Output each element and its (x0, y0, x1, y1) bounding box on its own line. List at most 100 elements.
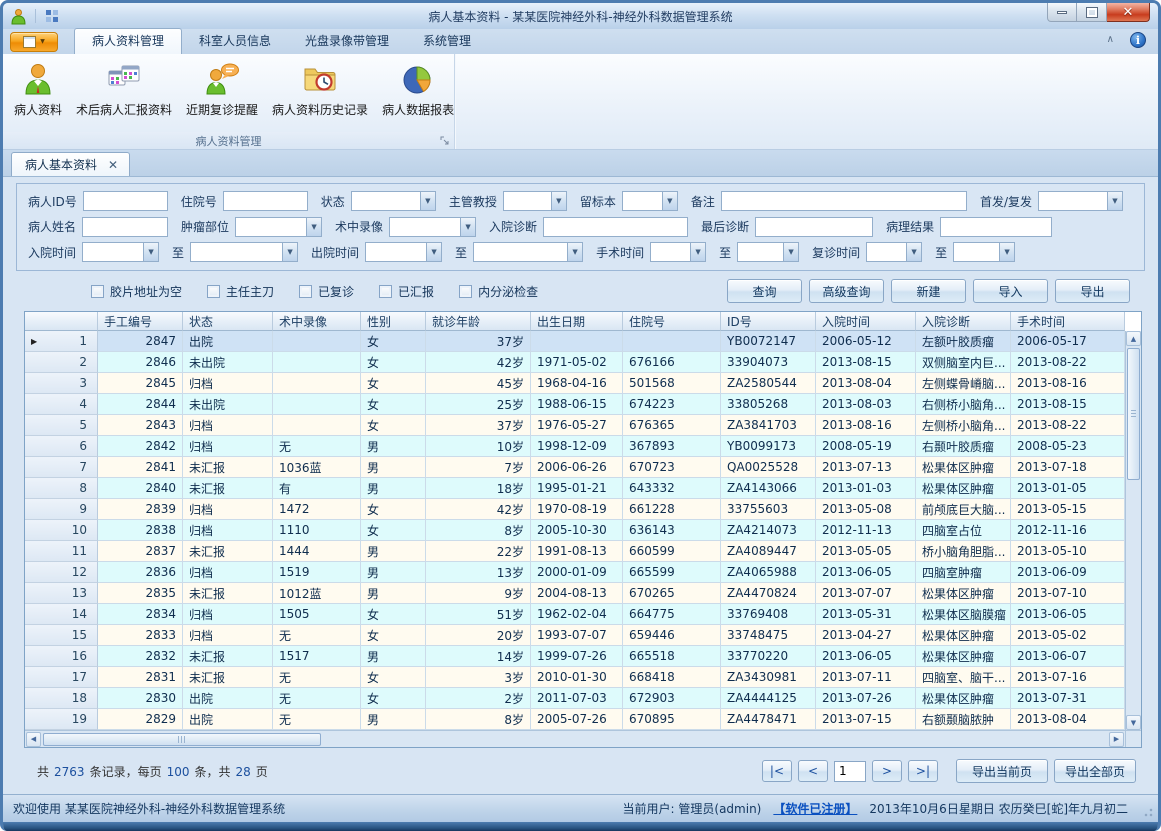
scroll-up-icon[interactable]: ▲ (1126, 331, 1141, 346)
vertical-scroll-thumb[interactable] (1127, 348, 1140, 480)
scroll-right-icon[interactable]: ▶ (1109, 732, 1124, 747)
dropdown-arrow-icon[interactable]: ▼ (690, 243, 705, 261)
ribbon-tab-disc-tape-management[interactable]: 光盘录像带管理 (288, 28, 406, 54)
row-indicator-cell[interactable]: ▶1 (25, 331, 98, 352)
table-row-6[interactable]: 62842归档无男10岁1998-12-09367893YB0099173200… (25, 436, 1141, 457)
row-indicator-cell[interactable]: 5 (25, 415, 98, 436)
dropdown-arrow-icon[interactable]: ▼ (906, 243, 921, 261)
column-header-id-no[interactable]: ID号 (721, 312, 816, 331)
table-row-5[interactable]: 52843归档女37岁1976-05-27676365ZA38417032013… (25, 415, 1141, 436)
table-row-4[interactable]: 42844未出院女25岁1988-06-15674223338052682013… (25, 394, 1141, 415)
column-header-age[interactable]: 就诊年龄 (426, 312, 531, 331)
ribbon-button-postop-report[interactable]: 术后病人汇报资料 (69, 60, 179, 120)
table-row-15[interactable]: 152833归档无女20岁1993-07-0765944633748475201… (25, 625, 1141, 646)
row-indicator-cell[interactable]: 14 (25, 604, 98, 625)
checkbox-box[interactable] (299, 285, 312, 298)
minimize-button[interactable] (1047, 3, 1077, 22)
table-row-11[interactable]: 112837未汇报1444男22岁1991-08-13660599ZA40894… (25, 541, 1141, 562)
table-row-1[interactable]: ▶12847出院女37岁YB00721472006-05-12左额叶胶质瘤200… (25, 331, 1141, 352)
prev-page-button[interactable]: < (798, 760, 828, 782)
row-indicator-cell[interactable]: 4 (25, 394, 98, 415)
row-indicator-cell[interactable]: 9 (25, 499, 98, 520)
dropdown-arrow-icon[interactable]: ▼ (567, 243, 582, 261)
application-menu-button[interactable]: ▼ (10, 32, 58, 52)
table-row-16[interactable]: 162832未汇报1517男14岁1999-07-266655183377022… (25, 646, 1141, 667)
new-button[interactable]: 新建 (891, 279, 966, 303)
tab-close-icon[interactable]: ✕ (108, 158, 118, 172)
row-indicator-cell[interactable]: 19 (25, 709, 98, 730)
filter-combo-admit-time-to[interactable]: ▼ (190, 242, 298, 262)
checkbox-chief-surgeon[interactable]: 主任主刀 (207, 283, 274, 300)
table-row-19[interactable]: 192829出院无男8岁2005-07-26670895ZA4478471201… (25, 709, 1141, 730)
filter-input-admit-diagnosis[interactable] (543, 217, 688, 237)
row-indicator-cell[interactable]: 15 (25, 625, 98, 646)
table-row-10[interactable]: 102838归档1110女8岁2005-10-30636143ZA4214073… (25, 520, 1141, 541)
filter-combo-professor[interactable]: ▼ (503, 191, 567, 211)
row-indicator-cell[interactable]: 6 (25, 436, 98, 457)
query-button[interactable]: 查询 (727, 279, 802, 303)
row-indicator-cell[interactable]: 12 (25, 562, 98, 583)
filter-combo-followup-time-from[interactable]: ▼ (866, 242, 922, 262)
advanced-query-button[interactable]: 高级查询 (809, 279, 884, 303)
row-indicator-cell[interactable]: 10 (25, 520, 98, 541)
row-indicator-cell[interactable]: 16 (25, 646, 98, 667)
dropdown-arrow-icon[interactable]: ▼ (783, 243, 798, 261)
export-current-page-button[interactable]: 导出当前页 (956, 759, 1048, 783)
checkbox-followed-up[interactable]: 已复诊 (299, 283, 354, 300)
table-row-12[interactable]: 122836归档1519男13岁2000-01-09665599ZA406598… (25, 562, 1141, 583)
last-page-button[interactable]: >| (908, 760, 938, 782)
filter-input-final-diagnosis[interactable] (755, 217, 873, 237)
export-all-pages-button[interactable]: 导出全部页 (1054, 759, 1136, 783)
ribbon-button-followup-reminder[interactable]: 近期复诊提醒 (179, 60, 265, 120)
first-page-button[interactable]: |< (762, 760, 792, 782)
status-registered-link[interactable]: 【软件已注册】 (773, 800, 857, 817)
filter-combo-discharge-time-from[interactable]: ▼ (365, 242, 442, 262)
dropdown-arrow-icon[interactable]: ▼ (460, 218, 475, 236)
column-header-inpatient-no[interactable]: 住院号 (623, 312, 721, 331)
ribbon-tab-patient-management[interactable]: 病人资料管理 (74, 28, 182, 54)
table-row-8[interactable]: 82840未汇报有男18岁1995-01-21643332ZA414306620… (25, 478, 1141, 499)
column-header-admit-date[interactable]: 入院时间 (816, 312, 916, 331)
row-indicator-cell[interactable]: 3 (25, 373, 98, 394)
table-row-13[interactable]: 132835未汇报1012蓝男9岁2004-08-13670265ZA44708… (25, 583, 1141, 604)
table-row-3[interactable]: 32845归档女45岁1968-04-16501568ZA25805442013… (25, 373, 1141, 394)
grid-corner-cell[interactable] (25, 312, 98, 331)
filter-combo-tumor-site[interactable]: ▼ (235, 217, 322, 237)
checkbox-film-address-empty[interactable]: 胶片地址为空 (91, 283, 182, 300)
filter-input-pathology-result[interactable] (940, 217, 1052, 237)
ribbon-button-history-record[interactable]: 病人资料历史记录 (265, 60, 375, 120)
dropdown-arrow-icon[interactable]: ▼ (999, 243, 1014, 261)
dropdown-arrow-icon[interactable]: ▼ (420, 192, 435, 210)
import-button[interactable]: 导入 (973, 279, 1048, 303)
row-indicator-cell[interactable]: 2 (25, 352, 98, 373)
filter-combo-surgery-time-from[interactable]: ▼ (650, 242, 706, 262)
row-indicator-cell[interactable]: 11 (25, 541, 98, 562)
column-header-birth-date[interactable]: 出生日期 (531, 312, 623, 331)
filter-combo-surgery-video[interactable]: ▼ (389, 217, 476, 237)
filter-combo-discharge-time-to[interactable]: ▼ (473, 242, 583, 262)
next-page-button[interactable]: > (872, 760, 902, 782)
dialog-launcher-icon[interactable] (440, 136, 450, 146)
column-header-admit-diagnosis[interactable]: 入院诊断 (916, 312, 1011, 331)
vertical-scrollbar[interactable]: ▲ ▼ (1125, 331, 1141, 730)
scroll-left-icon[interactable]: ◀ (26, 732, 41, 747)
maximize-button[interactable] (1077, 3, 1107, 22)
dropdown-arrow-icon[interactable]: ▼ (1107, 192, 1122, 210)
row-indicator-cell[interactable]: 8 (25, 478, 98, 499)
filter-combo-followup-time-to[interactable]: ▼ (953, 242, 1015, 262)
row-indicator-cell[interactable]: 17 (25, 667, 98, 688)
filter-combo-first-recurrence[interactable]: ▼ (1038, 191, 1123, 211)
row-indicator-cell[interactable]: 13 (25, 583, 98, 604)
row-indicator-cell[interactable]: 7 (25, 457, 98, 478)
close-button[interactable]: ✕ (1107, 3, 1150, 22)
ribbon-tab-department-staff[interactable]: 科室人员信息 (182, 28, 288, 54)
scroll-down-icon[interactable]: ▼ (1126, 715, 1141, 730)
ribbon-button-data-report[interactable]: 病人数据报表 (375, 60, 461, 120)
horizontal-scrollbar[interactable]: ◀ ▶ (25, 730, 1125, 747)
column-header-status[interactable]: 状态 (183, 312, 273, 331)
export-button[interactable]: 导出 (1055, 279, 1130, 303)
filter-input-inpatient-no[interactable] (223, 191, 308, 211)
filter-combo-surgery-time-to[interactable]: ▼ (737, 242, 799, 262)
table-row-14[interactable]: 142834归档1505女51岁1962-02-0466477533769408… (25, 604, 1141, 625)
ribbon-button-patient-info[interactable]: 病人资料 (7, 60, 69, 120)
